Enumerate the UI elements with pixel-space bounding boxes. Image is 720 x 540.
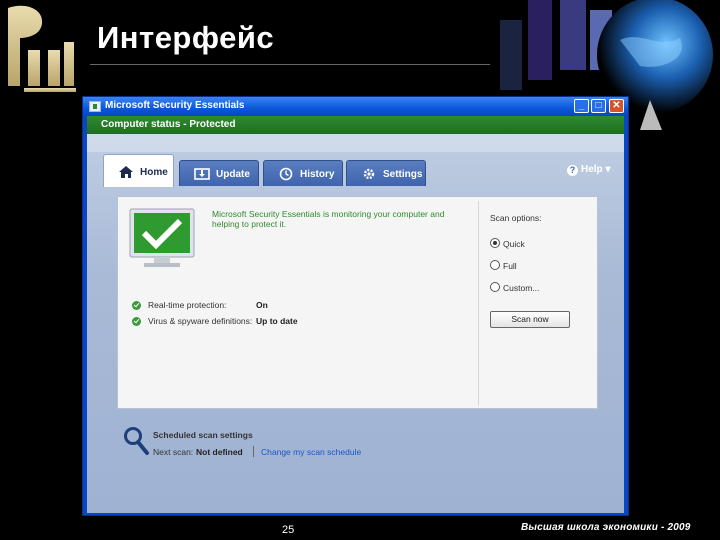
help-menu[interactable]: ? Help ▾ [567,164,610,176]
tab-update-label: Update [216,169,250,180]
radio-icon [490,282,500,292]
window-title: Microsoft Security Essentials [105,100,245,111]
next-scan-value: Not defined [196,447,243,457]
house-icon [119,166,133,178]
close-button[interactable]: ✕ [609,99,624,113]
next-scan-label: Next scan: [153,447,194,457]
scan-option-label: Full [503,261,517,271]
scheduled-scan-title: Scheduled scan settings [153,430,253,440]
protection-message: Microsoft Security Essentials is monitor… [212,209,445,229]
tab-settings-label: Settings [383,169,423,180]
scan-options-title: Scan options: [490,213,542,223]
scan-option-label: Custom... [503,283,540,293]
gear-icon [363,168,375,180]
radio-selected-icon [490,238,500,248]
title-divider [90,64,510,65]
minimize-button[interactable]: _ [574,99,589,113]
tab-settings[interactable]: Settings [346,160,426,186]
status-row-label: Real-time protection: [148,300,227,310]
slide: Интерфейс Microsoft Security Essentials … [0,0,720,540]
status-row-value: On [256,300,268,310]
magnifier-icon [124,427,149,455]
window-client-area: Computer status - Protected Home Update [87,116,624,513]
tab-history-label: History [300,169,335,180]
panel-divider [478,201,479,406]
scan-option-label: Quick [503,239,525,249]
scan-option-quick[interactable]: Quick [490,238,525,249]
tab-update[interactable]: Update [179,160,259,186]
window-titlebar[interactable]: Microsoft Security Essentials _ □ ✕ [83,97,628,116]
hse-logo [8,5,76,92]
change-schedule-link[interactable]: Change my scan schedule [261,447,361,457]
tab-history[interactable]: History [263,160,343,186]
scan-option-full[interactable]: Full [490,260,517,271]
status-row-label: Virus & spyware definitions: [148,316,253,326]
update-icon [194,168,210,180]
home-panel: Microsoft Security Essentials is monitor… [117,196,598,409]
header-strip [87,134,624,152]
scan-option-custom[interactable]: Custom... [490,282,539,293]
status-row-value: Up to date [256,316,298,326]
check-icon [132,317,141,326]
footer-text: Высшая школа экономики - 2009 [521,522,691,533]
tab-home[interactable]: Home [103,154,174,187]
status-bar: Computer status - Protected [87,116,624,134]
scan-now-button[interactable]: Scan now [490,311,570,328]
computer-status-text: Computer status - Protected [101,119,236,130]
monitor-checkmark-icon [129,208,195,267]
app-icon [89,101,101,112]
security-essentials-window: Microsoft Security Essentials _ □ ✕ Comp… [82,96,629,516]
question-icon: ? [567,165,578,176]
check-icon [132,301,141,310]
page-number: 25 [282,524,295,536]
radio-icon [490,260,500,270]
slide-title: Интерфейс [97,20,275,55]
help-label: Help ▾ [581,164,611,175]
tab-home-label: Home [140,167,168,178]
maximize-button[interactable]: □ [591,99,606,113]
schedule-separator [253,446,254,457]
history-icon [279,167,293,181]
